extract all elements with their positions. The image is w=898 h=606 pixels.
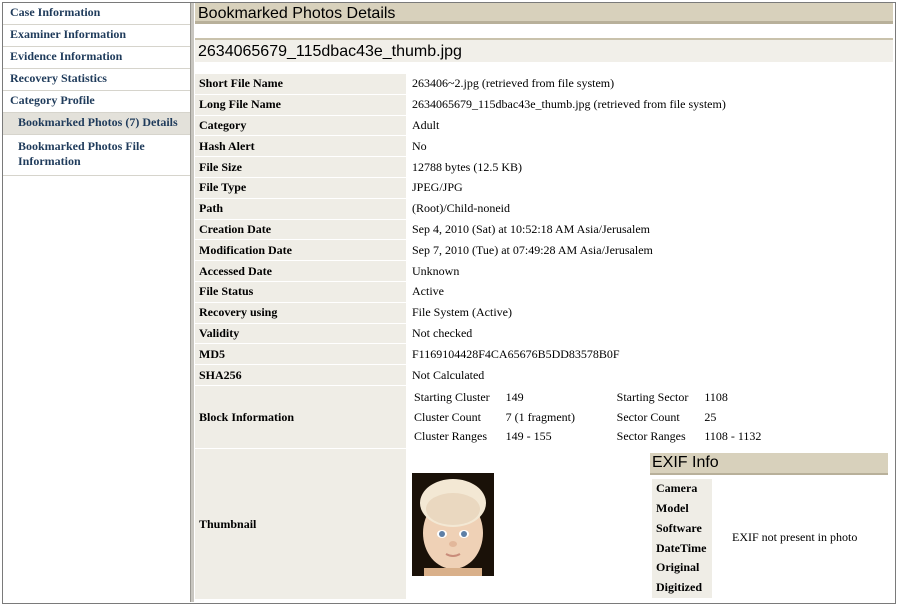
table-row: Creation Date Sep 4, 2010 (Sat) at 10:52:… bbox=[195, 219, 893, 241]
row-label: MD5 bbox=[195, 344, 406, 366]
starting-cluster-label: Starting Cluster bbox=[414, 390, 490, 405]
row-value: File System (Active) bbox=[406, 303, 893, 324]
table-row: File Status Active bbox=[195, 281, 893, 303]
row-label: Modification Date bbox=[195, 240, 406, 262]
row-label: Accessed Date bbox=[195, 261, 406, 282]
row-label: File Type bbox=[195, 177, 406, 199]
sidebar-item-bookmarked-photos-file-information[interactable]: Bookmarked Photos File Information bbox=[3, 135, 190, 176]
row-value: Sep 7, 2010 (Tue) at 07:49:28 AM Asia/Je… bbox=[406, 240, 893, 262]
table-row-thumbnail: Thumbnail EXIF Info Camera Model Softwar… bbox=[195, 449, 893, 601]
sector-count-label: Sector Count bbox=[616, 409, 680, 424]
row-label: Path bbox=[195, 198, 406, 220]
table-row: File Size 12788 bytes (12.5 KB) bbox=[195, 157, 893, 178]
row-value: Not Calculated bbox=[406, 365, 893, 386]
cluster-ranges-label: Cluster Ranges bbox=[414, 429, 487, 444]
page-title: Bookmarked Photos Details bbox=[195, 3, 893, 24]
row-label: Block Information bbox=[195, 385, 406, 450]
starting-sector-label: Starting Sector bbox=[616, 390, 689, 405]
exif-label-datetime: DateTime bbox=[652, 538, 712, 559]
exif-title: EXIF Info bbox=[650, 453, 888, 476]
row-label: Recovery using bbox=[195, 302, 406, 324]
file-name-heading: 2634065679_115dbac43e_thumb.jpg bbox=[195, 38, 893, 62]
sector-ranges-value: 1108 - 1132 bbox=[704, 429, 762, 444]
table-row: Short File Name 263406~2.jpg (retrieved f… bbox=[195, 74, 893, 95]
row-label: Validity bbox=[195, 323, 406, 345]
table-row: Validity Not checked bbox=[195, 323, 893, 345]
row-label: File Status bbox=[195, 281, 406, 303]
sidebar-item-examiner-information[interactable]: Examiner Information bbox=[3, 25, 190, 47]
sidebar-item-case-information[interactable]: Case Information bbox=[3, 3, 190, 25]
table-row: MD5 F1169104428F4CA65676B5DD83578B0F bbox=[195, 344, 893, 366]
row-value: Not checked bbox=[406, 324, 893, 345]
row-label: Thumbnail bbox=[195, 449, 406, 601]
main-panel: Bookmarked Photos Details 2634065679_115… bbox=[195, 3, 893, 602]
exif-label-digitized: Digitized bbox=[652, 577, 712, 598]
row-value: Sep 4, 2010 (Sat) at 10:52:18 AM Asia/Je… bbox=[406, 220, 893, 241]
table-row: File Type JPEG/JPG bbox=[195, 177, 893, 199]
cluster-count-label: Cluster Count bbox=[414, 409, 482, 424]
row-value: Unknown bbox=[406, 261, 893, 282]
exif-label-original: Original bbox=[652, 558, 712, 578]
row-label: Long File Name bbox=[195, 94, 406, 116]
sidebar-item-recovery-statistics[interactable]: Recovery Statistics bbox=[3, 69, 190, 91]
table-row-block-information: Block Information Starting Cluster 149 S… bbox=[195, 385, 893, 450]
row-value: JPEG/JPG bbox=[406, 178, 893, 199]
row-value: F1169104428F4CA65676B5DD83578B0F bbox=[406, 344, 893, 366]
exif-message: EXIF not present in photo bbox=[732, 530, 858, 545]
sidebar-item-bookmarked-photos-details[interactable]: Bookmarked Photos (7) Details bbox=[3, 113, 190, 135]
row-label: Category bbox=[195, 115, 406, 137]
sidebar-splitter[interactable] bbox=[190, 3, 194, 602]
row-label: Hash Alert bbox=[195, 136, 406, 158]
table-row: Long File Name 2634065679_115dbac43e_thum… bbox=[195, 94, 893, 116]
table-row: Hash Alert No bbox=[195, 136, 893, 158]
table-row: Accessed Date Unknown bbox=[195, 261, 893, 282]
table-row: Path (Root)/Child-noneid bbox=[195, 198, 893, 220]
cluster-ranges-value: 149 - 155 bbox=[505, 429, 552, 444]
row-value: (Root)/Child-noneid bbox=[406, 199, 893, 220]
row-value: 2634065679_115dbac43e_thumb.jpg (retriev… bbox=[406, 95, 893, 116]
details-table: Short File Name 263406~2.jpg (retrieved f… bbox=[195, 74, 893, 601]
exif-panel: EXIF Info Camera Model Software DateTime… bbox=[650, 453, 888, 598]
table-row: SHA256 Not Calculated bbox=[195, 365, 893, 386]
sector-count-value: 25 bbox=[704, 409, 717, 424]
row-value: 263406~2.jpg (retrieved from file system… bbox=[406, 74, 893, 95]
row-value: 12788 bytes (12.5 KB) bbox=[406, 157, 893, 178]
cluster-count-value: 7 (1 fragment) bbox=[505, 409, 575, 424]
sidebar: Case Information Examiner Information Ev… bbox=[3, 3, 190, 602]
exif-label-camera: Camera bbox=[652, 479, 712, 500]
row-value: Adult bbox=[406, 116, 893, 137]
sidebar-item-evidence-information[interactable]: Evidence Information bbox=[3, 47, 190, 69]
table-row: Recovery using File System (Active) bbox=[195, 302, 893, 324]
sidebar-item-category-profile[interactable]: Category Profile bbox=[3, 91, 190, 113]
row-value: Active bbox=[406, 282, 893, 303]
exif-label-model: Model bbox=[652, 499, 712, 519]
table-row: Category Adult bbox=[195, 115, 893, 137]
row-label: SHA256 bbox=[195, 365, 406, 386]
exif-label-software: Software bbox=[652, 518, 712, 539]
sector-ranges-label: Sector Ranges bbox=[616, 429, 686, 444]
row-label: Short File Name bbox=[195, 74, 406, 95]
row-label: Creation Date bbox=[195, 219, 406, 241]
table-row: Modification Date Sep 7, 2010 (Tue) at 07… bbox=[195, 240, 893, 262]
starting-cluster-value: 149 bbox=[505, 390, 524, 405]
row-value: No bbox=[406, 136, 893, 158]
thumbnail-image[interactable] bbox=[412, 473, 494, 577]
block-information-table: Starting Cluster 149 Starting Sector 110… bbox=[410, 388, 773, 447]
starting-sector-value: 1108 bbox=[704, 390, 728, 405]
row-label: File Size bbox=[195, 157, 406, 178]
